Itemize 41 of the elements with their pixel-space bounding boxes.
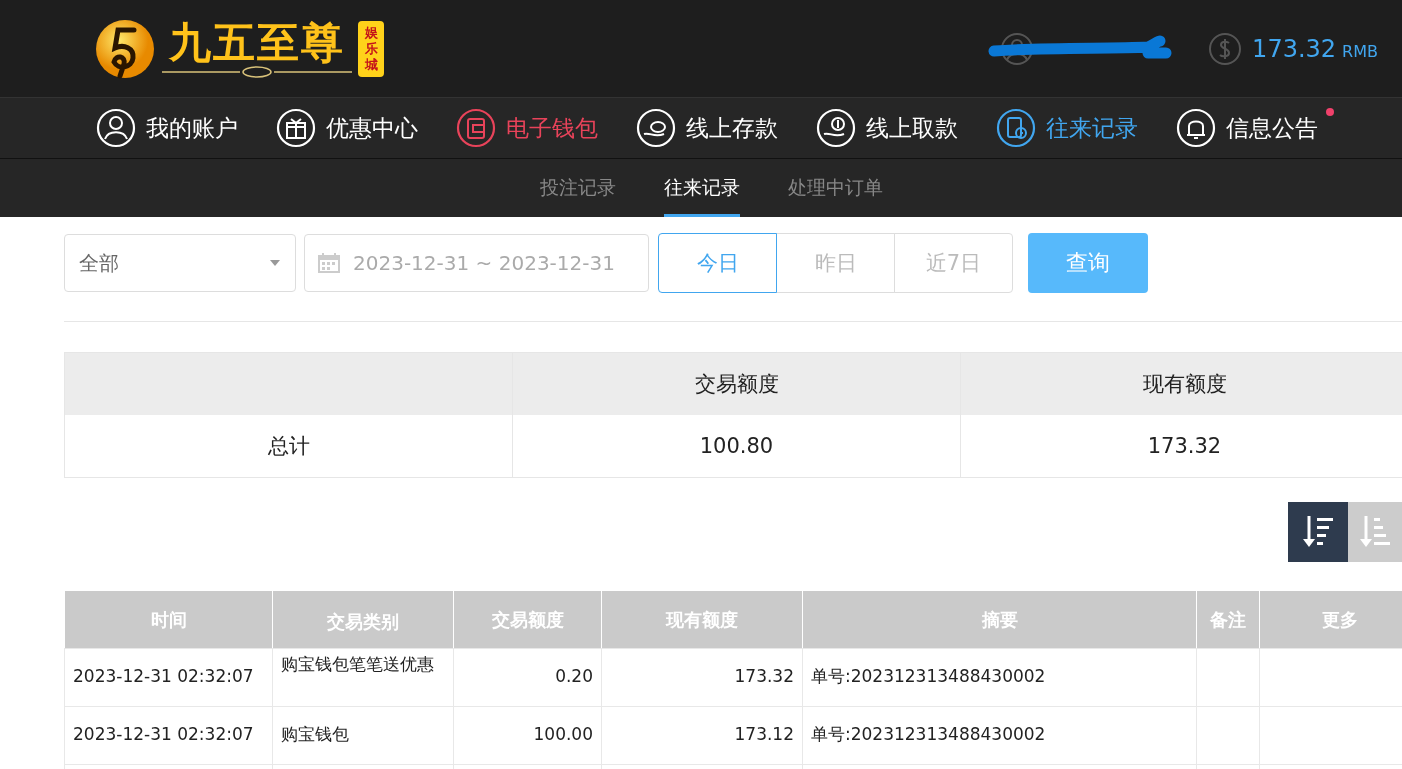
header-cell: 交易额度 — [512, 353, 960, 415]
user-icon — [96, 108, 136, 148]
caret-icon — [269, 259, 281, 267]
nav-item[interactable]: 往来记录 — [996, 108, 1154, 148]
table-cell: 100.00 — [533, 724, 593, 744]
currency-label: RMB — [1342, 42, 1378, 61]
table-cell: 173.12 — [734, 724, 794, 744]
table-cell: 2023-12-31 02:32:07 — [73, 724, 254, 744]
user-icon[interactable] — [1000, 31, 1035, 66]
wallet-icon — [456, 108, 496, 148]
table-cell: 100.80 — [512, 415, 960, 477]
header-cell: 现有额度 — [960, 353, 1402, 415]
calendar-icon — [317, 252, 341, 274]
table-cell: 单号:202312313488430002 — [811, 666, 1046, 686]
balance-amount: 173.32 — [1252, 34, 1337, 63]
sub-tab[interactable]: 处理中订单 — [787, 159, 883, 217]
bell-icon — [1176, 108, 1216, 148]
nav-item[interactable]: 信息公告 — [1176, 108, 1334, 148]
dollar-icon — [1208, 31, 1243, 66]
sub-tab[interactable]: 往来记录 — [663, 159, 740, 217]
table-cell: 0.20 — [555, 666, 593, 686]
table-cell: 2023-12-31 02:32:07 — [73, 666, 254, 686]
table-cell: 购宝钱包笔笔送优惠 — [281, 654, 434, 674]
nav-item[interactable]: 优惠中心 — [276, 108, 434, 148]
nav-item[interactable]: 线上取款 — [816, 108, 974, 148]
table-cell: 173.32 — [734, 666, 794, 686]
type-dropdown[interactable]: 全部 — [64, 234, 296, 292]
table-cell: 单号:202312313488430002 — [811, 724, 1046, 744]
logo-emblem-icon — [94, 17, 156, 80]
logo-text: 九五至尊 — [169, 19, 345, 66]
nav-item[interactable]: 线上存款 — [636, 108, 794, 148]
nav-item[interactable]: 我的账户 — [96, 108, 254, 148]
sort-descending-button[interactable] — [1288, 502, 1348, 562]
table-cell: 173.32 — [960, 415, 1402, 477]
nav-item[interactable]: 电子钱包 — [456, 108, 614, 148]
table-cell-text: 总计 — [266, 433, 311, 460]
gift-icon — [276, 108, 316, 148]
table-cell: 购宝钱包 — [281, 724, 349, 744]
sub-tab[interactable]: 投注记录 — [539, 159, 616, 217]
logo-badge: 娱乐城 — [358, 20, 384, 77]
clipboard-clock-icon — [996, 108, 1036, 148]
